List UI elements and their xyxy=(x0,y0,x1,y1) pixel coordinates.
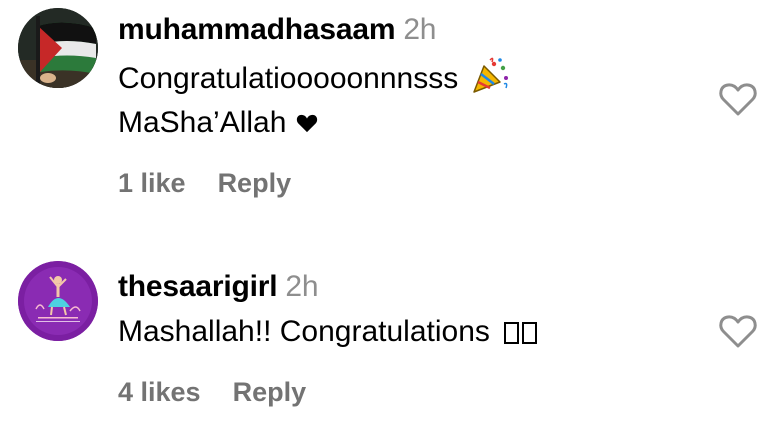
party-popper-icon xyxy=(473,57,509,93)
missing-glyph-icon xyxy=(521,322,537,344)
like-heart-icon[interactable] xyxy=(718,313,758,349)
palestine-flag-avatar xyxy=(18,8,98,88)
saari-girl-logo-avatar xyxy=(18,261,98,341)
black-heart-icon xyxy=(297,114,318,133)
comment-meta: 4 likes Reply xyxy=(118,377,306,408)
comment-username[interactable]: muhammadhasaam 2h xyxy=(118,13,436,47)
comment-timestamp: 2h xyxy=(285,270,319,303)
reply-button[interactable]: Reply xyxy=(233,377,307,408)
comment-line-text: Mashallah!! Congratulations xyxy=(118,315,490,348)
like-heart-icon[interactable] xyxy=(718,81,758,117)
avatar[interactable] xyxy=(18,8,98,88)
comment-line-text: MaSha’Allah xyxy=(118,106,287,139)
comment-item: thesaarigirl 2h Mashallah!! Congratulatio… xyxy=(0,258,780,444)
missing-glyph-icon xyxy=(503,322,519,344)
comment-line: MaSha’Allah xyxy=(118,101,510,145)
reply-button[interactable]: Reply xyxy=(218,168,292,199)
comment-meta: 1 like Reply xyxy=(118,168,291,199)
likes-count[interactable]: 4 likes xyxy=(118,377,201,408)
comment-line-text: Congratulatiooooonnnsss xyxy=(118,62,459,95)
comment-text: Mashallah!! Congratulations xyxy=(118,310,537,354)
comment-item: muhammadhasaam 2h Congratulatiooooonnnsss… xyxy=(0,0,780,230)
username-link[interactable]: thesaarigirl xyxy=(118,270,278,303)
username-link[interactable]: muhammadhasaam xyxy=(118,13,396,46)
comment-text: Congratulatiooooonnnsss MaSha’Allah xyxy=(118,56,510,145)
avatar[interactable] xyxy=(18,261,98,341)
likes-count[interactable]: 1 like xyxy=(118,168,186,199)
comment-username[interactable]: thesaarigirl 2h xyxy=(118,270,319,304)
comment-timestamp: 2h xyxy=(403,13,437,46)
comment-line: Congratulatiooooonnnsss xyxy=(118,56,510,101)
